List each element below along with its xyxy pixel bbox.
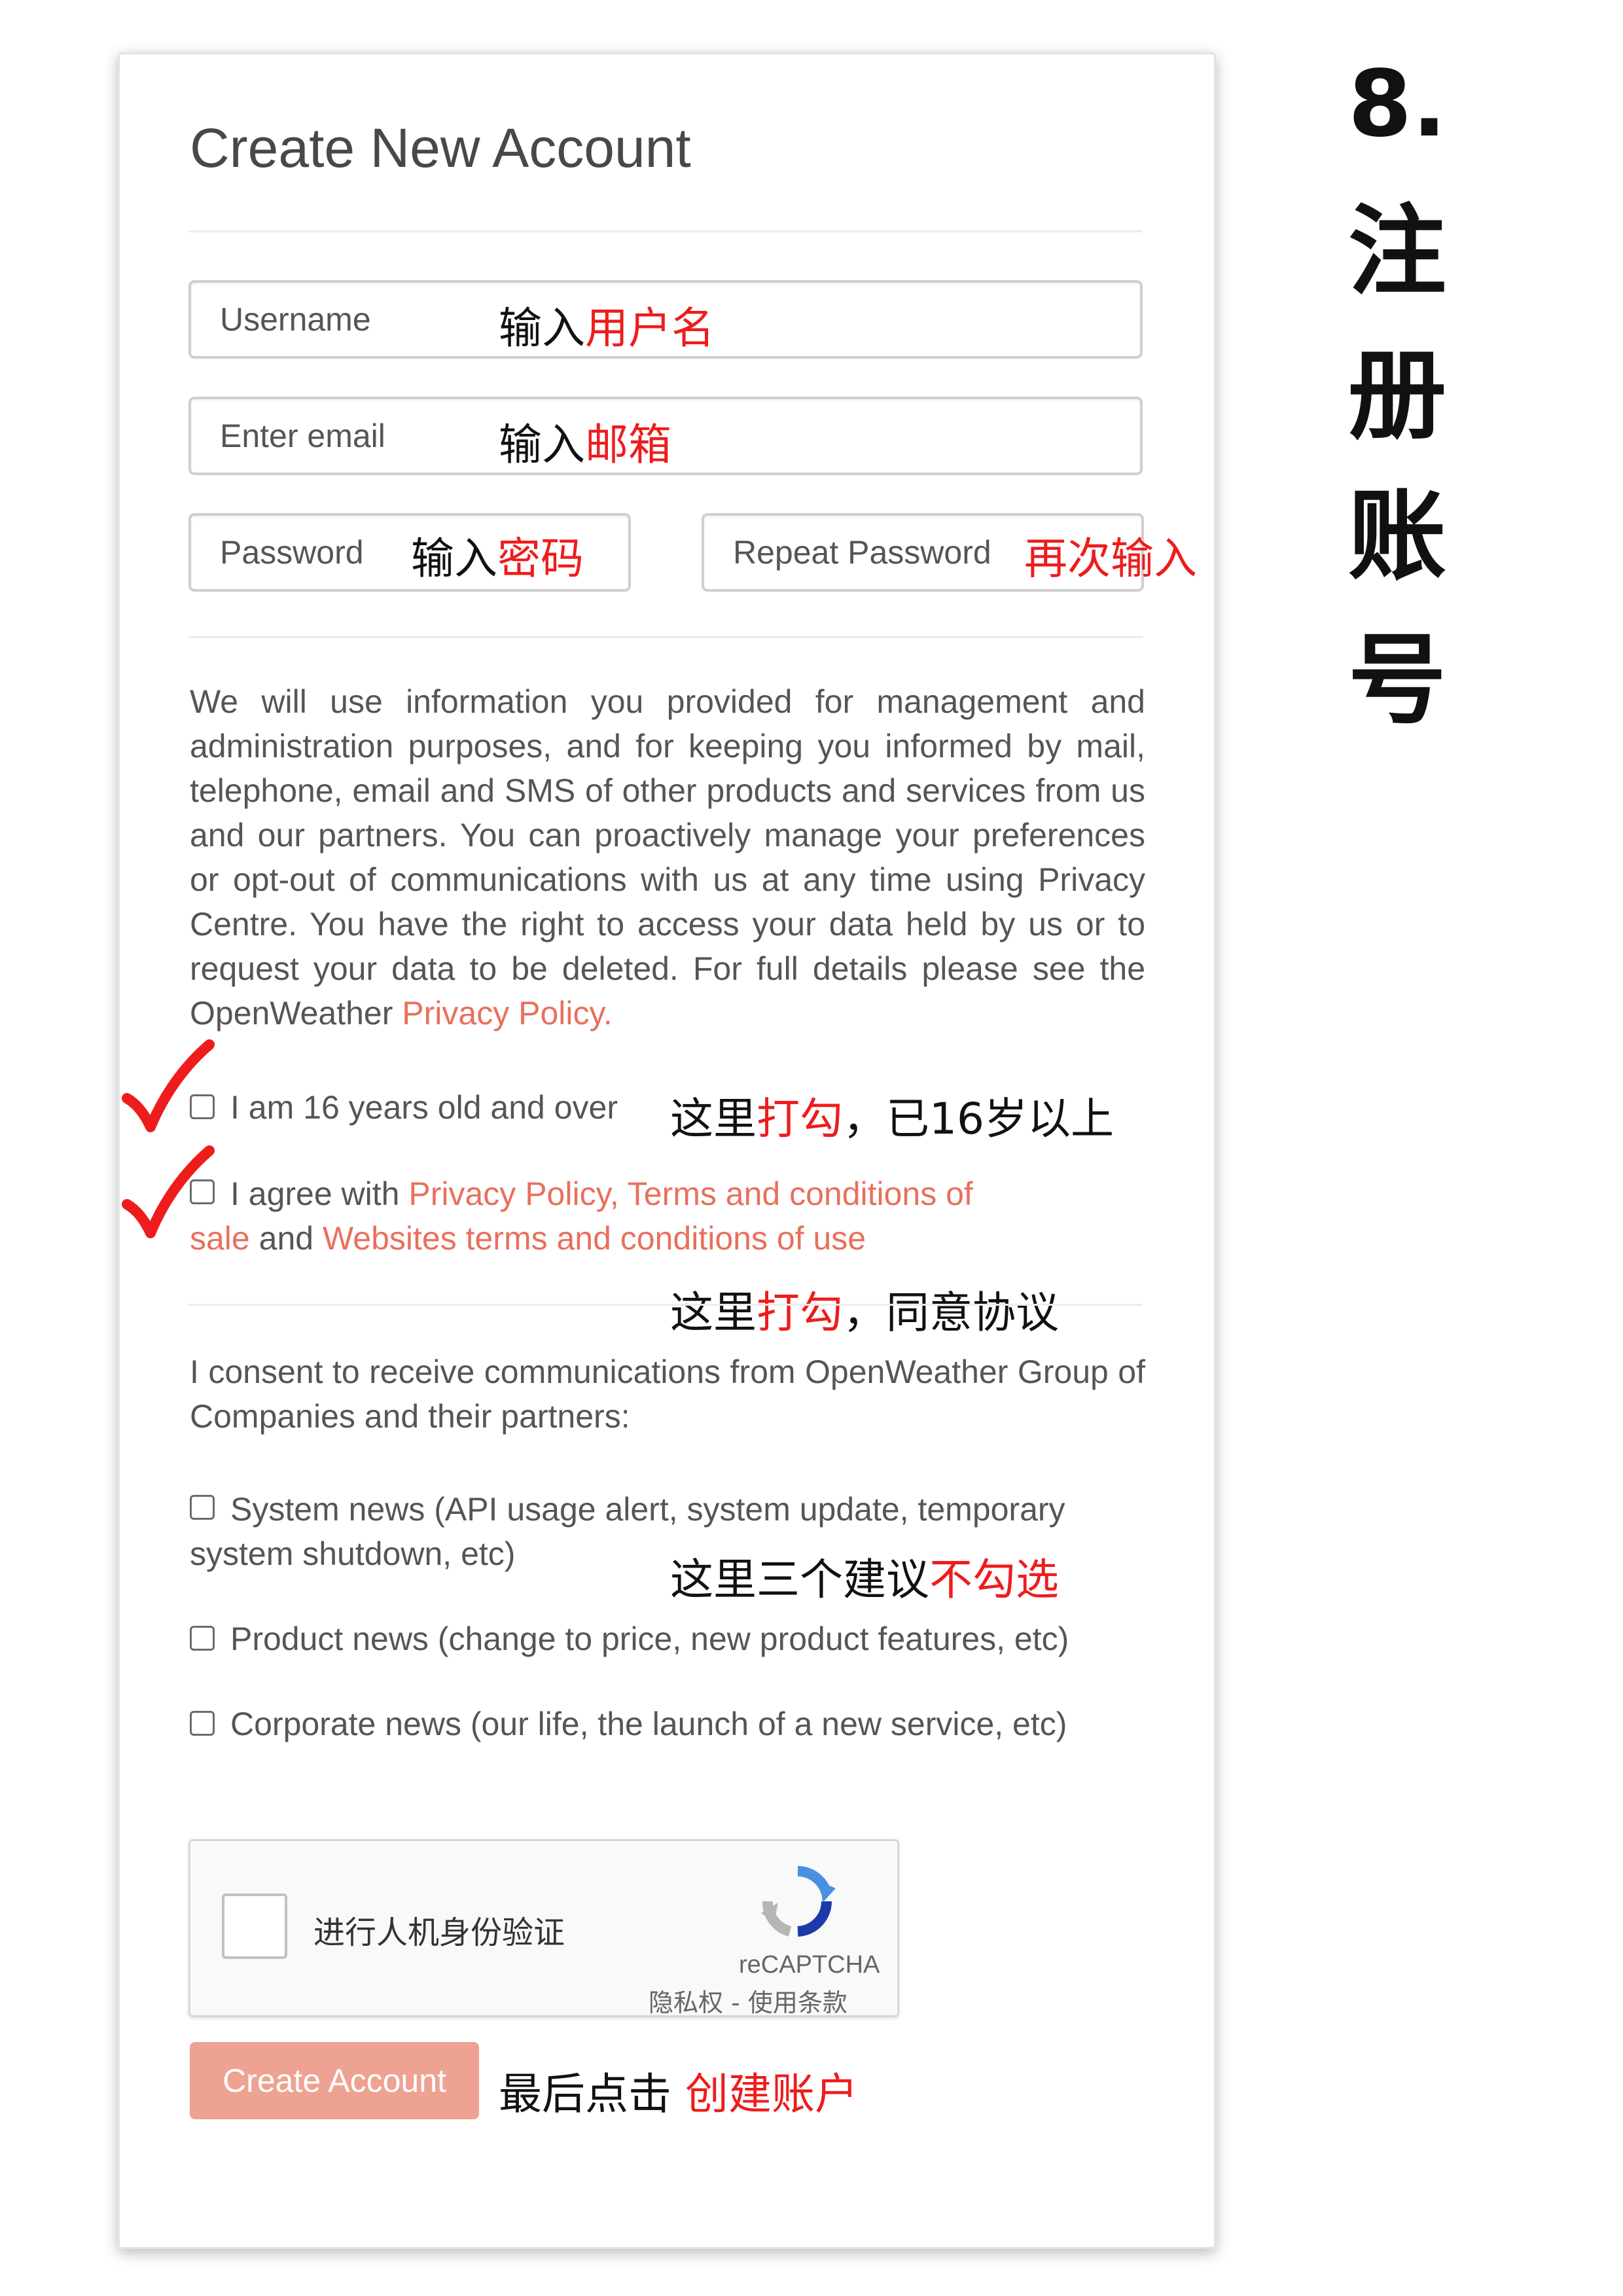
divider — [188, 1304, 1143, 1306]
side-title-char: 册 — [1348, 339, 1447, 453]
divider — [188, 230, 1143, 232]
corporate-news-checkbox[interactable] — [190, 1711, 215, 1736]
age-label: I am 16 years old and over — [230, 1089, 618, 1126]
news-annotation: 这里三个建议不勾选 — [670, 1554, 1059, 1605]
step-number: 8. — [1348, 51, 1447, 158]
page-title: Create New Account — [190, 117, 691, 179]
email-annotation: 输入邮箱 — [499, 420, 671, 470]
side-title-char: 注 — [1348, 195, 1447, 309]
recaptcha-brand: reCAPTCHA — [739, 1951, 880, 1979]
side-title-char: 账 — [1348, 480, 1447, 594]
email-placeholder: Enter email — [220, 418, 385, 454]
recaptcha-checkbox[interactable] — [222, 1893, 287, 1959]
website-terms-link[interactable]: Websites terms and conditions of use — [323, 1220, 866, 1257]
password-placeholder: Password — [220, 534, 364, 571]
repeat-password-annotation: 再次输入 — [1024, 533, 1197, 584]
agree-label: I agree with Privacy Policy, Terms and c… — [190, 1175, 973, 1257]
side-title-char: 号 — [1348, 624, 1447, 738]
product-news-checkbox[interactable] — [190, 1626, 215, 1651]
repeat-password-placeholder: Repeat Password — [733, 534, 991, 571]
username-annotation: 输入用户名 — [499, 303, 715, 353]
recaptcha-label: 进行人机身份验证 — [313, 1914, 565, 1951]
privacy-notice: We will use information you provided for… — [190, 683, 1145, 1031]
corporate-news-label: Corporate news (our life, the launch of … — [230, 1706, 1067, 1742]
agree-privacy-link[interactable]: Privacy Policy, — [408, 1175, 618, 1212]
username-placeholder: Username — [220, 301, 371, 338]
privacy-policy-link[interactable]: Privacy Policy — [402, 995, 603, 1031]
password-annotation: 输入密码 — [411, 533, 584, 584]
consent-text: I consent to receive communications from… — [190, 1354, 1145, 1435]
age-checkbox[interactable] — [190, 1094, 215, 1119]
divider — [188, 636, 1143, 638]
submit-annotation: 最后点击 创建账户 — [499, 2069, 858, 2119]
red-checkmark-icon — [122, 1039, 215, 1132]
agree-annotation: 这里打勾，同意协议 — [670, 1287, 1059, 1338]
age-annotation: 这里打勾，已16岁以上 — [670, 1094, 1114, 1144]
recaptcha-logo-icon — [761, 1866, 836, 1937]
product-news-label: Product news (change to price, new produ… — [230, 1621, 1069, 1657]
create-account-button[interactable]: Create Account — [190, 2042, 479, 2119]
recaptcha-links[interactable]: 隐私权 - 使用条款 — [649, 1982, 847, 2018]
recaptcha-widget: 进行人机身份验证 reCAPTCHA 隐私权 - 使用条款 — [188, 1839, 899, 2017]
